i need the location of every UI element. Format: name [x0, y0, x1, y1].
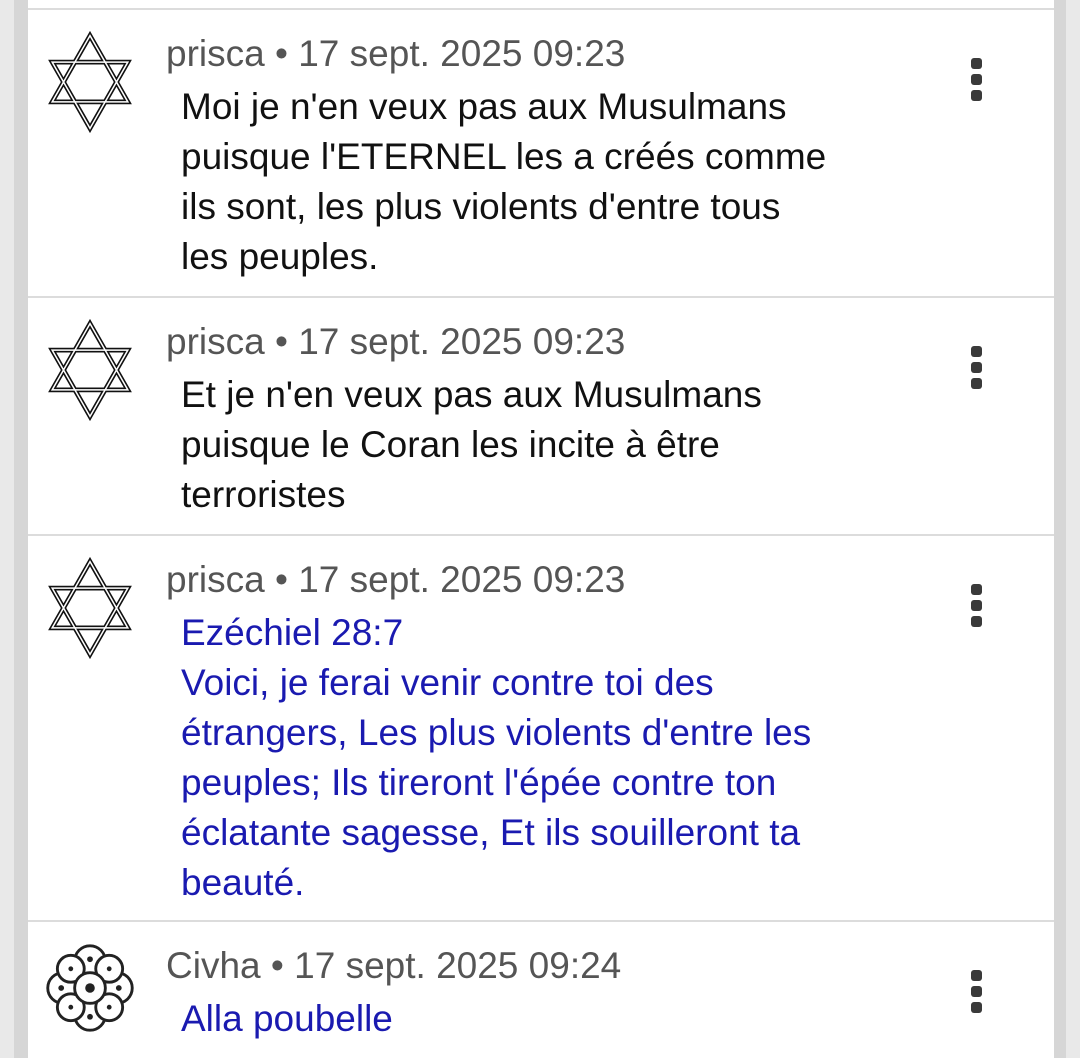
comment-text: Ezéchiel 28:7 Voici, je ferai venir cont… [181, 608, 941, 908]
comment-line: ils sont, les plus violents d'entre tous [181, 186, 781, 227]
right-scroll-rail [1054, 0, 1066, 1058]
comment-line: Moi je n'en veux pas aux Musulmans [181, 86, 787, 127]
meta-separator: • [274, 559, 288, 600]
comment-meta: prisca • 17 sept. 2025 09:23 [166, 558, 625, 602]
lotus-mandala-icon[interactable] [42, 940, 138, 1036]
more-dot [970, 377, 982, 389]
comment-meta: Civha • 17 sept. 2025 09:24 [166, 944, 621, 988]
comment-line: puisque le Coran les incite à être [181, 424, 720, 465]
more-options-button[interactable] [958, 54, 994, 104]
more-dot [970, 89, 982, 101]
author-name[interactable]: prisca [166, 559, 265, 600]
comment-text: Et je n'en veux pas aux Musulmans puisqu… [181, 370, 941, 520]
more-dot [970, 599, 982, 611]
meta-separator: • [270, 945, 284, 986]
star-of-david-icon[interactable] [42, 30, 138, 134]
more-options-button[interactable] [958, 342, 994, 392]
more-vertical-icon [970, 583, 982, 595]
comment-list: prisca • 17 sept. 2025 09:23 Moi je n'en… [28, 0, 1054, 1058]
more-options-button[interactable] [958, 966, 994, 1016]
left-scroll-rail [14, 0, 28, 1058]
author-name[interactable]: Civha [166, 945, 261, 986]
author-name[interactable]: prisca [166, 33, 265, 74]
author-name[interactable]: prisca [166, 321, 265, 362]
comment-line: peuples; Ils tireront l'épée contre ton [181, 762, 777, 803]
comment-text: Moi je n'en veux pas aux Musulmans puisq… [181, 82, 941, 282]
comment-line: puisque l'ETERNEL les a créés comme [181, 136, 827, 177]
previous-comment-edge [28, 0, 1054, 10]
comment-meta: prisca • 17 sept. 2025 09:23 [166, 32, 625, 76]
more-vertical-icon [970, 57, 982, 69]
more-dot [970, 73, 982, 85]
more-vertical-icon [970, 345, 982, 357]
more-options-button[interactable] [958, 580, 994, 630]
comment-timestamp: 17 sept. 2025 09:23 [298, 321, 626, 362]
comment-item: prisca • 17 sept. 2025 09:23 Moi je n'en… [28, 10, 1054, 298]
comment-line: les peuples. [181, 236, 379, 277]
comment-line: Voici, je ferai venir contre toi des [181, 662, 714, 703]
more-dot [970, 985, 982, 997]
more-dot [970, 615, 982, 627]
more-dot [970, 1001, 982, 1013]
comment-timestamp: 17 sept. 2025 09:23 [298, 559, 626, 600]
comment-timestamp: 17 sept. 2025 09:24 [294, 945, 622, 986]
meta-separator: • [274, 321, 288, 362]
comment-item: prisca • 17 sept. 2025 09:23 Ezéchiel 28… [28, 536, 1054, 922]
meta-separator: • [274, 33, 288, 74]
comment-line: Et je n'en veux pas aux Musulmans [181, 374, 762, 415]
comment-timestamp: 17 sept. 2025 09:23 [298, 33, 626, 74]
comment-line: Alla poubelle [181, 998, 393, 1039]
more-dot [970, 361, 982, 373]
comment-line: beauté. [181, 862, 305, 903]
comment-line: terroristes [181, 474, 346, 515]
comment-item: prisca • 17 sept. 2025 09:23 Et je n'en … [28, 298, 1054, 536]
comment-line: Ezéchiel 28:7 [181, 612, 404, 653]
comment-item: Civha • 17 sept. 2025 09:24 Alla poubell… [28, 922, 1054, 1058]
comment-text: Alla poubelle [181, 994, 941, 1044]
comment-meta: prisca • 17 sept. 2025 09:23 [166, 320, 625, 364]
more-vertical-icon [970, 969, 982, 981]
star-of-david-icon[interactable] [42, 318, 138, 422]
star-of-david-icon[interactable] [42, 556, 138, 660]
comment-line: éclatante sagesse, Et ils souilleront ta [181, 812, 801, 853]
comment-line: étrangers, Les plus violents d'entre les [181, 712, 812, 753]
